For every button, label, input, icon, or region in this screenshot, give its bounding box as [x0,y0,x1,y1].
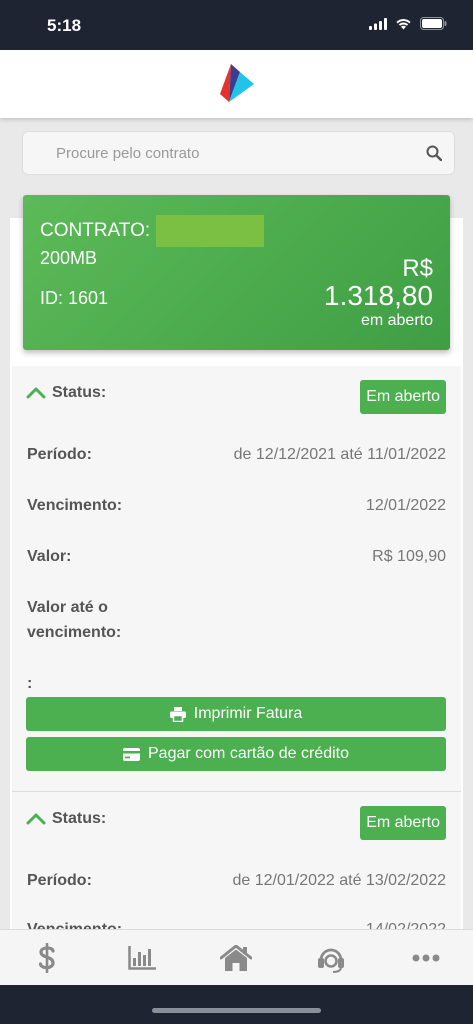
status-icons [369,17,447,30]
invoice-status[interactable]: Status: [26,810,106,828]
contract-amount: 1.318,80 [324,280,433,311]
value-until-due-value: : [27,675,33,692]
contract-plan: 200MB [40,248,98,268]
period-value: de 12/12/2021 até 11/01/2022 [233,446,446,463]
contract-currency: R$ [402,255,433,282]
period-value: de 12/01/2022 até 13/02/2022 [232,872,446,889]
bottom-nav [0,929,473,985]
search-bar [22,131,455,175]
due-date-value: 12/01/2022 [365,497,446,514]
status-badge: Em aberto [360,806,446,840]
nav-home[interactable] [206,938,266,978]
headset-icon [318,948,345,973]
period-label: Período: [27,446,92,463]
chevron-up-icon[interactable] [26,813,46,825]
print-invoice-label: Imprimir Fatura [193,705,303,722]
nav-more[interactable] [396,938,456,978]
credit-card-icon [123,747,140,761]
app-logo-icon [219,64,254,102]
invoice-status[interactable]: Status: [26,384,106,402]
wifi-icon [396,18,411,29]
home-indicator[interactable] [152,1008,321,1013]
battery-icon [420,17,447,30]
contract-label: CONTRATO: [40,220,151,241]
contract-card[interactable]: CONTRATO: 200MB ID: 1601 R$ 1.318,80 em … [23,195,450,350]
nav-usage[interactable] [112,938,172,978]
app-content: CONTRATO: 200MB ID: 1601 R$ 1.318,80 em … [0,50,473,985]
printer-icon [169,706,186,722]
more-icon [412,954,440,961]
status-bar: 5:18 [0,0,473,50]
signal-icon [369,17,387,30]
status-label: Status: [52,384,107,401]
value-amount: R$ 109,90 [372,548,446,565]
search-input[interactable] [23,132,414,174]
chart-icon [128,945,156,970]
contract-number-redacted [156,215,265,247]
nav-finance[interactable] [17,938,77,978]
status-badge: Em aberto [360,380,446,414]
value-label: Valor: [27,548,72,565]
contract-state: em aberto [360,312,433,329]
contract-label-row: CONTRATO: [40,215,265,247]
pay-credit-card-button[interactable]: Pagar com cartão de crédito [26,737,446,771]
app-header [0,50,473,118]
print-invoice-button[interactable]: Imprimir Fatura [26,697,446,731]
home-icon [220,944,253,971]
status-label: Status: [52,810,107,827]
contract-total: R$ 1.318,80 em aberto [324,257,433,329]
status-time: 5:18 [47,16,82,35]
invoice-card: Status: Em aberto Período: de 12/12/2021… [12,366,461,791]
due-date-label: Vencimento: [27,497,123,514]
nav-support[interactable] [301,938,361,978]
value-until-due-label: Valor até o vencimento: [27,599,122,641]
chevron-up-icon[interactable] [26,387,46,399]
pay-credit-card-label: Pagar com cartão de crédito [148,745,349,762]
dollar-icon [39,942,55,973]
period-label: Período: [27,872,92,889]
contract-id: ID: 1601 [40,288,109,308]
search-icon[interactable] [414,145,454,161]
